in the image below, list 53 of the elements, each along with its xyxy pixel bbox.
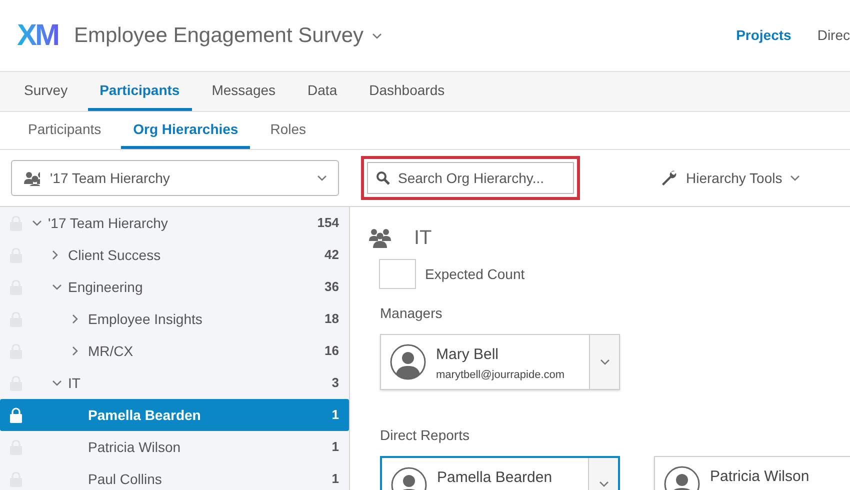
tree-item[interactable]: Paul Collins 1 [0, 463, 349, 490]
nav-link[interactable]: Direc [817, 25, 850, 46]
tab[interactable]: Survey [12, 72, 80, 111]
group-title: IT [414, 226, 432, 251]
chevron-right-icon [72, 346, 78, 356]
person-email: marytbell@jourrapide.com [436, 368, 565, 382]
person-name: Mary Bell [436, 345, 500, 365]
section-heading: Direct Reports [380, 426, 470, 445]
people-icon [368, 227, 394, 249]
field-label: Expected Count [425, 264, 525, 284]
expected-count-field[interactable] [379, 259, 416, 289]
tree-item[interactable]: Client Success 42 [0, 239, 349, 271]
tree-item[interactable]: '17 Team Hierarchy 154 [0, 207, 349, 239]
tree-item[interactable]: Employee Insights 18 [0, 303, 349, 335]
person-card[interactable]: Pamella Bearden [380, 456, 620, 490]
tree-item[interactable]: Engineering 36 [0, 271, 349, 303]
tree-item[interactable]: Patricia Wilson 1 [0, 431, 349, 463]
tree-item[interactable]: IT 3 [0, 367, 349, 399]
search-icon [376, 171, 390, 185]
chevron-down-icon [52, 284, 62, 290]
chevron-right-icon [52, 250, 58, 260]
tab[interactable]: Messages [200, 72, 288, 111]
chevron-down-icon [790, 175, 800, 181]
subtab[interactable]: Participants [16, 112, 114, 149]
person-card[interactable]: Mary Bell marytbell@jourrapide.com [380, 334, 620, 390]
chevron-down-icon [317, 175, 327, 181]
person-card[interactable]: Patricia Wilson [654, 456, 850, 490]
tab[interactable]: Data [296, 72, 350, 111]
person-name: Pamella Bearden [437, 468, 552, 488]
subtab[interactable]: Roles [258, 112, 318, 149]
tab[interactable]: Dashboards [357, 72, 457, 111]
chevron-down-icon [600, 359, 610, 365]
chevron-down-icon [372, 32, 382, 38]
hierarchy-tools-button[interactable]: Hierarchy Tools [660, 168, 800, 188]
person-name: Patricia Wilson [710, 467, 810, 487]
avatar-icon [390, 344, 426, 380]
chevron-down-icon [598, 481, 608, 487]
tree-item[interactable]: Pamella Bearden 1 [0, 399, 349, 431]
people-icon [23, 170, 40, 186]
lock-icon [10, 407, 22, 423]
section-heading: Managers [380, 304, 444, 323]
survey-title-dropdown[interactable]: Employee Engagement Survey [74, 20, 382, 52]
chevron-down-icon [52, 380, 62, 386]
tree-item[interactable]: MR/CX 16 [0, 335, 349, 367]
card-menu-button[interactable] [589, 335, 619, 389]
search-field[interactable]: Search Org Hierarchy... [367, 162, 574, 194]
subtab[interactable]: Org Hierarchies [121, 112, 250, 149]
nav-link[interactable]: Projects [736, 25, 792, 46]
wrench-icon [660, 169, 678, 187]
chevron-down-icon [32, 220, 42, 226]
tab[interactable]: Participants [88, 72, 192, 111]
hierarchy-select[interactable]: '17 Team Hierarchy [11, 160, 339, 196]
chevron-right-icon [72, 314, 78, 324]
